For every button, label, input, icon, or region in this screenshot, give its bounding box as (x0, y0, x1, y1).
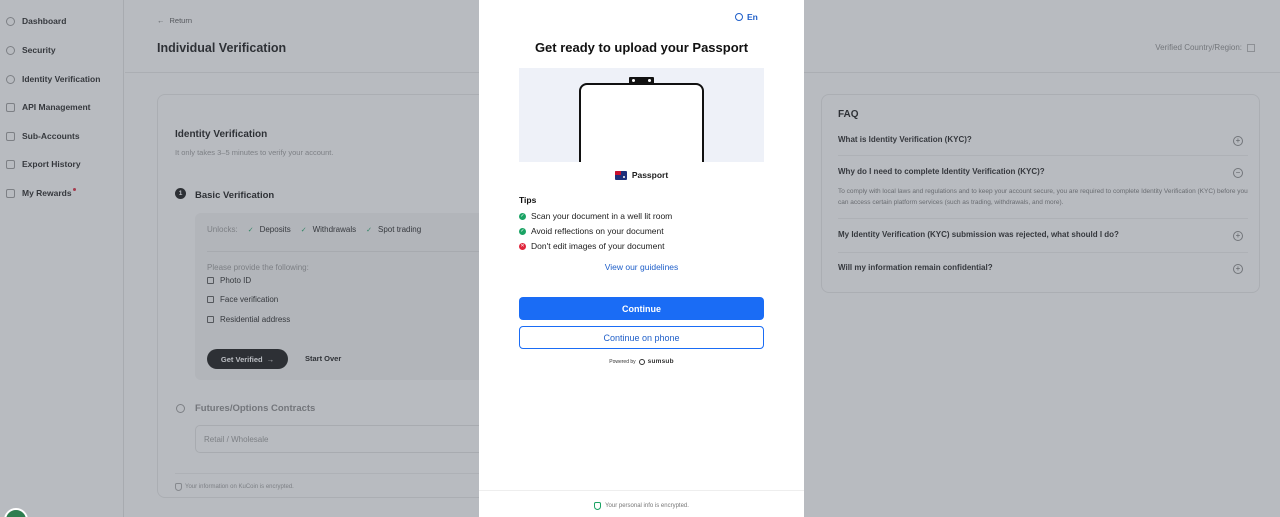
globe-icon (735, 13, 743, 21)
document-label: Passport (631, 170, 669, 180)
view-guidelines-link[interactable]: View our guidelines (479, 262, 804, 272)
language-label: En (747, 12, 758, 22)
tip-item: ✕ Don't edit images of your document (519, 241, 664, 251)
check-circle-icon: ✓ (519, 212, 526, 220)
phone-camera-notch (629, 77, 654, 84)
powered-by: Powered by sumsub (479, 358, 804, 365)
language-selector[interactable]: En (735, 12, 758, 22)
tip-text: Scan your document in a well lit room (531, 211, 673, 221)
flag-icon (614, 170, 627, 180)
tip-item: ✓ Avoid reflections on your document (519, 226, 664, 236)
modal-title: Get ready to upload your Passport (534, 40, 749, 55)
continue-on-phone-button[interactable]: Continue on phone (519, 326, 764, 349)
shield-icon (594, 502, 602, 510)
modal-footer-divider (479, 490, 804, 491)
tip-text: Avoid reflections on your document (531, 226, 664, 236)
powered-brand: sumsub (647, 358, 674, 365)
cross-circle-icon: ✕ (519, 242, 526, 250)
passport-illustration (519, 68, 764, 162)
powered-by-label: Powered by (609, 358, 636, 365)
check-circle-icon: ✓ (519, 227, 526, 235)
phone-frame-image (579, 83, 704, 162)
tip-item: ✓ Scan your document in a well lit room (519, 211, 672, 221)
upload-passport-modal: En Get ready to upload your Passport Pas… (479, 0, 804, 517)
sumsub-logo-icon (638, 358, 645, 365)
modal-encrypted-text: Your personal info is encrypted. (605, 503, 689, 509)
tips-title: Tips (519, 195, 537, 205)
modal-encrypted-note: Your personal info is encrypted. (479, 502, 804, 510)
continue-button[interactable]: Continue (519, 297, 764, 320)
document-type: Passport (479, 170, 804, 180)
tip-text: Don't edit images of your document (531, 241, 665, 251)
